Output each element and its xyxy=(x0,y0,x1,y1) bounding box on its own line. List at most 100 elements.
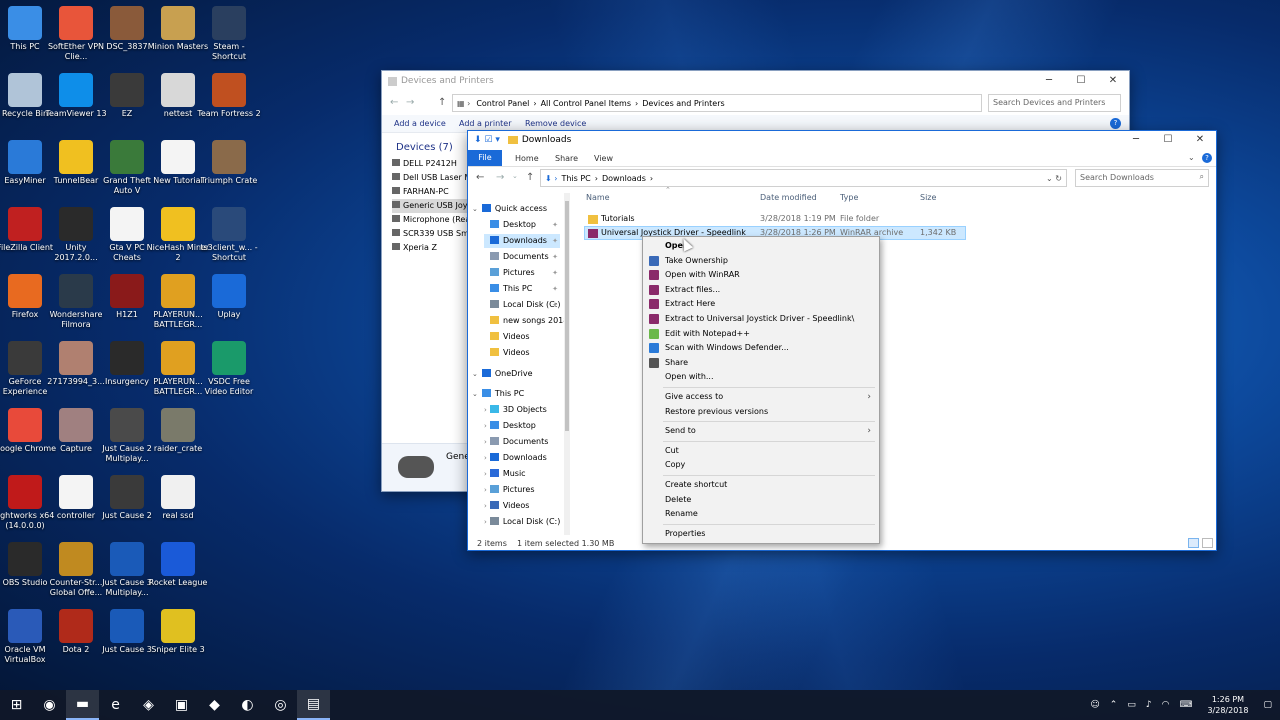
nav-item[interactable]: Videos xyxy=(484,346,560,360)
device-item[interactable]: Dell USB Laser M xyxy=(392,171,474,185)
device-item[interactable]: Microphone (Real xyxy=(392,213,474,227)
breadcrumb-downloads[interactable]: Downloads xyxy=(602,174,646,183)
breadcrumb-devices[interactable]: Devices and Printers xyxy=(642,99,724,108)
tab-view[interactable]: View xyxy=(594,154,613,163)
nav-item[interactable]: Pictures ✦ xyxy=(484,266,560,280)
devices-address-bar[interactable]: ▦ › Control Panel › All Control Panel It… xyxy=(452,94,982,112)
column-type[interactable]: Type xyxy=(840,193,858,202)
chevron-up-icon[interactable]: ⌃ xyxy=(1105,700,1123,710)
nav-scrollbar[interactable] xyxy=(564,193,570,535)
chevron-right-icon[interactable]: › xyxy=(484,422,487,430)
nav-item[interactable]: Desktop ✦ xyxy=(484,218,560,232)
column-name[interactable]: Name xyxy=(586,193,610,202)
nav-item[interactable]: This PC ✦ xyxy=(484,282,560,296)
explorer-titlebar[interactable]: ⬇ ☑ ▾ Downloads ─ ☐ ✕ xyxy=(468,131,1216,149)
desktop-icon[interactable]: Triumph Crate xyxy=(197,140,261,186)
volume-icon[interactable]: ♪ xyxy=(1141,700,1157,710)
chevron-right-icon[interactable]: › xyxy=(484,470,487,478)
menu-item[interactable]: Take Ownership xyxy=(643,254,879,268)
menu-item[interactable]: Give access to › xyxy=(643,390,879,404)
menu-item[interactable]: Send to › xyxy=(643,424,879,438)
minimize-button[interactable]: ─ xyxy=(1033,71,1065,91)
tab-home[interactable]: Home xyxy=(515,154,539,163)
recent-dropdown-icon[interactable]: ⌄ xyxy=(512,172,518,180)
nav-item[interactable]: › 3D Objects xyxy=(484,403,560,417)
clock[interactable]: 1:26 PM 3/28/2018 xyxy=(1197,694,1258,716)
details-view-icon[interactable] xyxy=(1188,538,1199,548)
device-item[interactable]: FARHAN-PC xyxy=(392,185,474,199)
maximize-button[interactable]: ☐ xyxy=(1152,131,1184,149)
obs-icon[interactable]: ◐ xyxy=(231,690,264,720)
tab-share[interactable]: Share xyxy=(555,154,578,163)
device-item[interactable]: DELL P2412H xyxy=(392,157,474,171)
add-printer-button[interactable]: Add a printer xyxy=(459,119,511,128)
chevron-right-icon[interactable]: › xyxy=(484,438,487,446)
nav-item[interactable]: › Local Disk (C:) xyxy=(484,515,560,529)
column-size[interactable]: Size xyxy=(920,193,936,202)
action-center-icon[interactable]: ▢ xyxy=(1258,700,1280,710)
desktop-icon[interactable]: raider_crate xyxy=(146,408,210,454)
chevron-down-icon[interactable]: ⌄ xyxy=(472,390,478,398)
menu-item[interactable]: Edit with Notepad++ xyxy=(643,327,879,341)
devices-group-header[interactable]: Devices (7) xyxy=(396,142,453,153)
up-arrow-icon[interactable]: ↑ xyxy=(438,97,446,108)
chevron-right-icon[interactable]: › xyxy=(484,454,487,462)
edge-icon[interactable]: e xyxy=(99,690,132,720)
store-icon[interactable]: ▣ xyxy=(165,690,198,720)
chevron-down-icon[interactable]: ⌄ xyxy=(472,370,478,378)
breadcrumb-control-panel[interactable]: Control Panel xyxy=(476,99,529,108)
tab-file[interactable]: File xyxy=(468,150,502,166)
large-icons-view-icon[interactable] xyxy=(1202,538,1213,548)
desktop-icon[interactable]: Sniper Elite 3 xyxy=(146,609,210,655)
explorer-address-bar[interactable]: ⬇ › This PC › Downloads › ⌄ ↻ xyxy=(540,169,1067,187)
desktop-icon[interactable]: Rocket League xyxy=(146,542,210,588)
file-explorer-icon[interactable]: ▬ xyxy=(66,690,99,720)
chevron-right-icon[interactable]: › xyxy=(484,486,487,494)
menu-item[interactable]: Restore previous versions xyxy=(643,405,879,419)
network-icon[interactable]: ▭ xyxy=(1122,700,1141,710)
device-item[interactable]: SCR339 USB Smar xyxy=(392,227,474,241)
menu-item[interactable]: Open with WinRAR xyxy=(643,268,879,282)
back-arrow-icon[interactable]: ← xyxy=(476,172,484,183)
breadcrumb-this-pc[interactable]: This PC xyxy=(561,174,590,183)
nav-item[interactable]: Videos xyxy=(484,330,560,344)
devices-titlebar[interactable]: Devices and Printers ─ ☐ ✕ xyxy=(382,71,1129,91)
desktop-icon[interactable]: real ssd xyxy=(146,475,210,521)
menu-item[interactable]: Extract Here xyxy=(643,297,879,311)
remove-device-button[interactable]: Remove device xyxy=(525,119,586,128)
up-arrow-icon[interactable]: ↑ xyxy=(526,172,534,183)
help-icon[interactable]: ? xyxy=(1110,118,1121,129)
desktop-icon[interactable]: ts3client_w... - Shortcut xyxy=(197,207,261,263)
wifi-icon[interactable]: ◠ xyxy=(1157,700,1175,710)
input-indicator-icon[interactable]: ⌨ xyxy=(1174,700,1197,710)
nav-item[interactable]: new songs 2018 xyxy=(484,314,568,328)
game-icon[interactable]: ◆ xyxy=(198,690,231,720)
back-arrow-icon[interactable]: ← xyxy=(390,97,398,108)
people-icon[interactable]: ☺ xyxy=(1085,700,1104,710)
forward-arrow-icon[interactable]: → xyxy=(496,172,504,183)
nav-item[interactable]: › Documents xyxy=(484,435,560,449)
expand-ribbon-icon[interactable]: ⌄ xyxy=(1188,153,1195,162)
menu-item[interactable]: Extract files... xyxy=(643,283,879,297)
firefox-icon[interactable]: ◉ xyxy=(33,690,66,720)
steam-icon[interactable]: ◎ xyxy=(264,690,297,720)
nav-item[interactable]: › Downloads xyxy=(484,451,560,465)
desktop-icon[interactable]: VSDC Free Video Editor xyxy=(197,341,261,397)
menu-item[interactable]: Copy xyxy=(643,458,879,472)
close-button[interactable]: ✕ xyxy=(1097,71,1129,91)
nav-item[interactable]: Downloads ✦ xyxy=(484,234,560,248)
refresh-icon[interactable]: ⌄ ↻ xyxy=(1046,174,1062,183)
nav-scrollbar-thumb[interactable] xyxy=(565,201,569,431)
nav-item[interactable]: ⌄ Quick access xyxy=(472,202,560,216)
menu-item[interactable]: Scan with Windows Defender... xyxy=(643,341,879,355)
navigation-pane[interactable]: ⌄ Quick access Desktop ✦ Downloads ✦ Documents… xyxy=(468,191,572,536)
add-device-button[interactable]: Add a device xyxy=(394,119,446,128)
column-date-modified[interactable]: Date modified xyxy=(760,193,817,202)
control-panel-icon[interactable]: ▤ xyxy=(297,690,330,720)
desktop-icon[interactable]: Steam - Shortcut xyxy=(197,6,261,62)
windows-start-icon[interactable]: ⊞ xyxy=(0,690,33,720)
nav-item[interactable]: ⌄ OneDrive xyxy=(472,367,560,381)
menu-item[interactable]: Rename xyxy=(643,507,879,521)
menu-item[interactable]: Delete xyxy=(643,493,879,507)
explorer-search-input[interactable]: Search Downloads ⌕ xyxy=(1075,169,1209,187)
